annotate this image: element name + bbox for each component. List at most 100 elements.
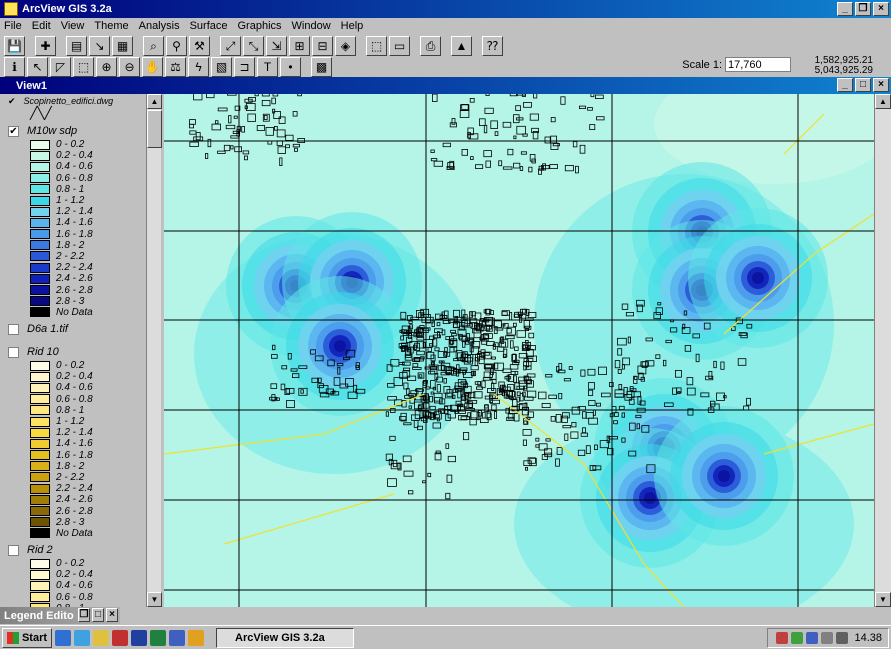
view-close-button[interactable]: × bbox=[873, 78, 889, 92]
show-desktop-icon[interactable] bbox=[55, 629, 71, 646]
theme-properties-button[interactable]: ▤ bbox=[66, 36, 87, 56]
menu-surface[interactable]: Surface bbox=[190, 20, 228, 32]
identify-icon[interactable]: ℹ bbox=[4, 57, 25, 77]
menu-window[interactable]: Window bbox=[292, 20, 331, 32]
open-table-button[interactable]: ▦ bbox=[112, 36, 133, 56]
legend-label: 0.2 - 0.4 bbox=[56, 371, 93, 383]
pointer-icon[interactable]: ↖ bbox=[27, 57, 48, 77]
checkbox-check-icon[interactable]: ✔ bbox=[8, 96, 16, 107]
legend-label: 0.6 - 0.8 bbox=[56, 393, 93, 405]
map-display[interactable] bbox=[164, 94, 874, 607]
scale-box: Scale 1: bbox=[682, 57, 791, 72]
query-builder-button[interactable]: ⚒ bbox=[189, 36, 210, 56]
find-button[interactable]: ⌕ bbox=[143, 36, 164, 56]
restore-button[interactable]: ❐ bbox=[855, 2, 871, 16]
legend-class: 1.8 - 2 bbox=[8, 240, 162, 251]
contour-icon[interactable]: ▩ bbox=[311, 57, 332, 77]
zoom-in-icon[interactable]: ⊕ bbox=[96, 57, 117, 77]
scroll-down-icon[interactable]: ▼ bbox=[147, 592, 162, 607]
close-button[interactable]: × bbox=[873, 2, 889, 16]
legend-swatch bbox=[30, 394, 50, 405]
text-icon[interactable]: T bbox=[257, 57, 278, 77]
map-canvas[interactable] bbox=[164, 94, 874, 607]
media-player-icon[interactable] bbox=[188, 629, 204, 646]
zoom-full-extent-button[interactable]: ⤢ bbox=[220, 36, 241, 56]
menu-analysis[interactable]: Analysis bbox=[139, 20, 180, 32]
tray-monitor-icon[interactable] bbox=[806, 632, 819, 644]
tray-antivirus-icon[interactable] bbox=[776, 632, 789, 644]
save-project-button[interactable]: 💾 bbox=[4, 36, 25, 56]
legend-class: 2.8 - 3 bbox=[8, 517, 162, 528]
start-button[interactable]: Start bbox=[2, 627, 52, 648]
select-features-button[interactable]: ⬚ bbox=[366, 36, 387, 56]
view-minimize-button[interactable]: _ bbox=[837, 78, 853, 92]
help-button[interactable]: ⁇ bbox=[482, 36, 503, 56]
menu-view[interactable]: View bbox=[61, 20, 85, 32]
map-scroll-up-icon[interactable]: ▲ bbox=[875, 94, 891, 109]
zoom-selected-button[interactable]: ⇲ bbox=[266, 36, 287, 56]
legend-swatch bbox=[30, 150, 50, 161]
taskbar-arcview-button[interactable]: ArcView GIS 3.2a bbox=[216, 627, 354, 648]
legend-label: 0 - 0.2 bbox=[56, 139, 85, 151]
scroll-up-icon[interactable]: ▲ bbox=[147, 94, 162, 109]
theme-entry[interactable]: ✔ M10w sdp 0 - 0.2 0.2 - 0.4 0.4 - 0.6 0.6 - … bbox=[0, 123, 162, 318]
quicklaunch-app-icon[interactable] bbox=[112, 629, 128, 646]
legend-editor-minimized[interactable]: Legend Edito ❐ □ × bbox=[0, 607, 120, 624]
select-feature-icon[interactable]: ⬚ bbox=[73, 57, 94, 77]
hotlink-icon[interactable]: ϟ bbox=[188, 57, 209, 77]
internet-explorer-icon[interactable] bbox=[74, 629, 90, 646]
legend-restore-button[interactable]: ❐ bbox=[78, 608, 90, 622]
menu-help[interactable]: Help bbox=[341, 20, 364, 32]
tray-network-icon[interactable] bbox=[791, 632, 804, 644]
scroll-thumb[interactable] bbox=[147, 110, 162, 148]
theme-visibility-checkbox[interactable] bbox=[8, 323, 19, 335]
arcview-quicklaunch-icon[interactable] bbox=[131, 629, 147, 646]
scale-input[interactable] bbox=[725, 57, 791, 72]
measure-icon[interactable]: ⚖ bbox=[165, 57, 186, 77]
legend-close-button[interactable]: × bbox=[106, 608, 118, 622]
quicklaunch-explorer-icon[interactable] bbox=[169, 629, 185, 646]
theme-entry[interactable]: D6a 1.tif bbox=[0, 321, 162, 341]
print-button[interactable]: ⎙ bbox=[420, 36, 441, 56]
zoom-out-icon[interactable]: ⊖ bbox=[119, 57, 140, 77]
menu-edit[interactable]: Edit bbox=[32, 20, 51, 32]
label-icon[interactable]: ⊐ bbox=[234, 57, 255, 77]
minimize-button[interactable]: _ bbox=[837, 2, 853, 16]
tray-printer-icon[interactable] bbox=[821, 632, 834, 644]
theme-visibility-checkbox[interactable] bbox=[8, 544, 19, 556]
view-maximize-button[interactable]: □ bbox=[855, 78, 871, 92]
clear-selection-button[interactable]: ▭ bbox=[389, 36, 410, 56]
vertex-edit-icon[interactable]: ◸ bbox=[50, 57, 71, 77]
add-theme-button[interactable]: ✚ bbox=[35, 36, 56, 56]
outlook-icon[interactable] bbox=[93, 629, 109, 646]
legend-label: No Data bbox=[56, 306, 93, 318]
legend-maximize-button[interactable]: □ bbox=[92, 608, 104, 622]
arcview-task-icon bbox=[223, 632, 235, 644]
map-vertical-scrollbar[interactable]: ▲ ▼ bbox=[874, 94, 891, 607]
theme-visibility-checkbox[interactable] bbox=[8, 346, 19, 358]
locate-address-button[interactable]: ⚲ bbox=[166, 36, 187, 56]
zoom-out-button[interactable]: ⊟ bbox=[312, 36, 333, 56]
map-scroll-down-icon[interactable]: ▼ bbox=[875, 592, 891, 607]
legend-label: 1.6 - 1.8 bbox=[56, 228, 93, 240]
legend-swatch bbox=[30, 438, 50, 449]
theme-entry[interactable]: Rid 10 0 - 0.2 0.2 - 0.4 0.4 - 0.6 0.6 - 0.8… bbox=[0, 344, 162, 539]
draw-point-icon[interactable]: • bbox=[280, 57, 301, 77]
pan-icon[interactable]: ✋ bbox=[142, 57, 163, 77]
zoom-active-themes-button[interactable]: ⤡ bbox=[243, 36, 264, 56]
histogram-button[interactable]: ▲ bbox=[451, 36, 472, 56]
quicklaunch-tool-icon[interactable] bbox=[150, 629, 166, 646]
zoom-previous-button[interactable]: ◈ bbox=[335, 36, 356, 56]
menu-file[interactable]: File bbox=[4, 20, 22, 32]
menu-graphics[interactable]: Graphics bbox=[238, 20, 282, 32]
area-of-interest-icon[interactable]: ▧ bbox=[211, 57, 232, 77]
toc-scrollbar[interactable]: ▲ ▼ bbox=[146, 94, 162, 607]
view-title: View1 bbox=[16, 79, 47, 92]
theme-visibility-checkbox[interactable]: ✔ bbox=[8, 125, 19, 137]
menu-theme[interactable]: Theme bbox=[94, 20, 128, 32]
tray-volume-icon[interactable] bbox=[836, 632, 849, 644]
theme-entry[interactable]: Rid 20 - 0.20.2 - 0.40.4 - 0.60.6 - 0.80… bbox=[0, 542, 162, 607]
zoom-in-button[interactable]: ⊞ bbox=[289, 36, 310, 56]
edit-legend-button[interactable]: ↘ bbox=[89, 36, 110, 56]
theme-entry-dwg[interactable]: ✔ Scopinetto_edifici.dwg ╱╲╱ bbox=[0, 96, 162, 121]
